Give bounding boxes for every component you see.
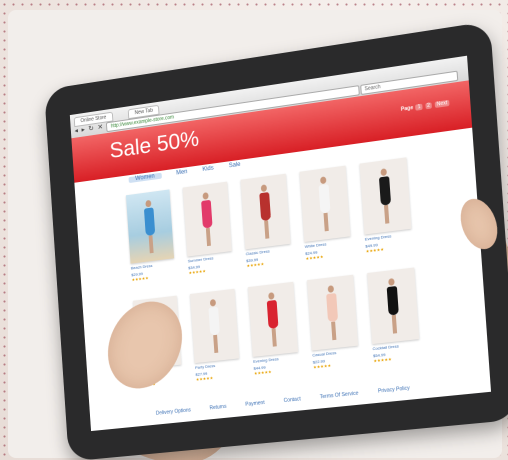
product-photo[interactable] xyxy=(240,173,291,250)
model-figure xyxy=(266,292,280,347)
product-photo[interactable] xyxy=(248,281,299,357)
product-card[interactable]: Summer Dress $34.99 ★★★★★ xyxy=(182,181,239,275)
footer-privacy-link[interactable]: Privacy Policy xyxy=(378,385,410,394)
product-photo[interactable] xyxy=(307,274,359,351)
product-card[interactable]: Evening Dress $49.99 ★★★★★ xyxy=(359,156,419,254)
site-footer: Delivery Options Returns Payment Contact… xyxy=(156,383,429,416)
tablet-device: Online Store New Tab ◂ ▸ ↻ ✕ ⌂ http://ww… xyxy=(44,21,508,460)
footer-payment-link[interactable]: Payment xyxy=(245,400,265,408)
product-photo[interactable] xyxy=(125,189,175,264)
model-figure xyxy=(386,278,400,334)
product-card[interactable]: Cocktail Dress $54.99 ★★★★★ xyxy=(367,267,427,363)
category-men[interactable]: Men xyxy=(176,169,188,176)
photo-scene: Online Store New Tab ◂ ▸ ↻ ✕ ⌂ http://ww… xyxy=(0,0,508,460)
model-figure xyxy=(143,199,156,254)
category-kids[interactable]: Kids xyxy=(202,165,214,172)
model-figure xyxy=(318,176,332,232)
footer-terms-link[interactable]: Terms Of Service xyxy=(320,391,359,401)
footer-returns-link[interactable]: Returns xyxy=(209,404,226,412)
pager-page-2[interactable]: 2 xyxy=(424,102,433,110)
model-figure xyxy=(259,184,273,239)
product-card[interactable]: Evening Dress $44.99 ★★★★★ xyxy=(248,281,305,376)
product-card[interactable]: Beach Dress $29.99 ★★★★★ xyxy=(125,189,181,282)
model-figure xyxy=(208,298,221,354)
pager-page-1[interactable]: 1 xyxy=(415,103,423,111)
product-photo[interactable] xyxy=(359,157,412,235)
footer-delivery-link[interactable]: Delivery Options xyxy=(156,407,191,416)
product-photo[interactable] xyxy=(182,181,232,257)
product-card[interactable]: Classic Dress $39.99 ★★★★★ xyxy=(240,173,298,268)
model-figure xyxy=(326,285,340,341)
model-figure xyxy=(378,168,392,224)
product-photo[interactable] xyxy=(299,165,351,243)
product-photo[interactable] xyxy=(190,288,240,364)
product-card[interactable]: White Dress $24.99 ★★★★★ xyxy=(299,165,358,261)
product-card[interactable]: Casual Dress $22.99 ★★★★★ xyxy=(307,274,365,370)
footer-contact-link[interactable]: Contact xyxy=(283,396,300,404)
category-sale[interactable]: Sale xyxy=(229,162,241,170)
model-figure xyxy=(201,192,214,247)
product-card[interactable]: Party Dress $27.99 ★★★★★ xyxy=(190,288,246,382)
product-photo[interactable] xyxy=(367,267,420,345)
